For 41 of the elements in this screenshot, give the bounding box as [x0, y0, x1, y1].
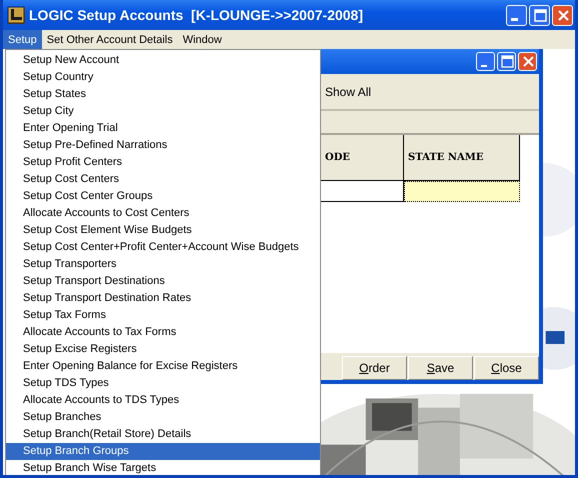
menu-item[interactable]: Setup TDS Types [6, 375, 320, 392]
column-header[interactable]: STATE NAME [404, 135, 520, 181]
form-button[interactable]: Order [342, 356, 407, 380]
maximize-button[interactable] [497, 52, 516, 71]
form-button[interactable]: Close [474, 356, 539, 380]
menu-item[interactable]: Setup Transporters [6, 256, 320, 273]
menu-item[interactable]: Allocate Accounts to TDS Types [6, 392, 320, 409]
minimize-icon [480, 65, 486, 67]
menu-item[interactable]: Allocate Accounts to Tax Forms [6, 324, 320, 341]
maximize-button[interactable] [529, 4, 550, 26]
menu-item[interactable]: Allocate Accounts to Cost Centers [6, 205, 320, 222]
menu-item[interactable]: Setup City [6, 103, 320, 120]
menu-bar-item[interactable]: Setup [3, 30, 42, 49]
minimize-button[interactable] [476, 52, 495, 71]
window-title: LOGIC Setup Accounts [K-LOUNGE->>2007-2008] [29, 7, 364, 23]
menu-item[interactable]: Setup Cost Element Wise Budgets [6, 222, 320, 239]
table-cell[interactable] [404, 181, 520, 202]
menu-item[interactable]: Setup Cost Center Groups [6, 188, 320, 205]
menu-bar-item[interactable]: Set Other Account Details [42, 30, 178, 49]
menu-item[interactable]: Setup Country [6, 69, 320, 86]
ledger-icon [7, 6, 25, 24]
menu-item[interactable]: Setup Transport Destinations [6, 273, 320, 290]
menu-item[interactable]: Enter Opening Trial [6, 120, 320, 137]
menu-item[interactable]: Setup New Account [6, 52, 320, 69]
close-button[interactable] [552, 4, 573, 26]
menu-item[interactable]: Setup Excise Registers [6, 341, 320, 358]
menu-item[interactable]: Setup Cost Center+Profit Center+Account Wise Budgets [6, 239, 320, 256]
form-button[interactable]: Save [408, 356, 473, 380]
menu-item[interactable]: Setup States [6, 86, 320, 103]
menu-item[interactable]: Setup Branches [6, 409, 320, 426]
menu-item[interactable]: Setup Tax Forms [6, 307, 320, 324]
close-button[interactable] [518, 52, 537, 71]
minimize-button[interactable] [506, 4, 527, 26]
menu-item[interactable]: Setup Transport Destination Rates [6, 290, 320, 307]
show-all-label[interactable]: Show All [325, 84, 372, 98]
minimize-icon [511, 18, 518, 21]
menu-item[interactable]: Setup Branch Groups [6, 443, 320, 460]
menu-bar-item[interactable]: Window [178, 30, 227, 49]
menu-item[interactable]: Enter Opening Balance for Excise Registers [6, 358, 320, 375]
menu-item[interactable]: Setup Branch Wise Targets [6, 460, 320, 475]
menu-item[interactable]: Setup Branch(Retail Store) Details [6, 426, 320, 443]
